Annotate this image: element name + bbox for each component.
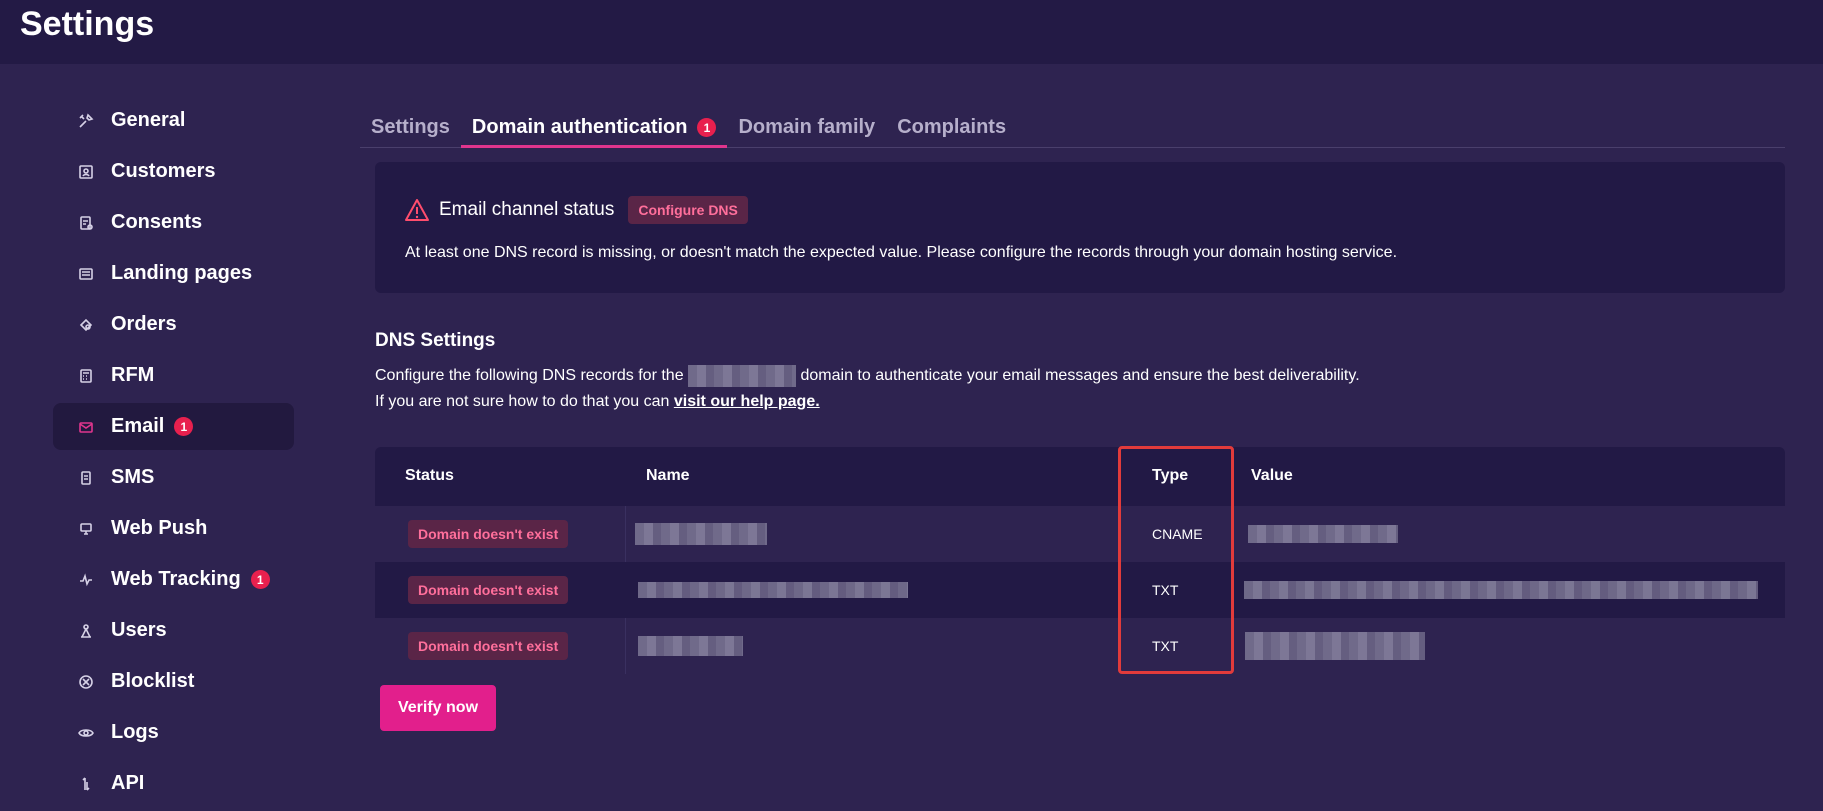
tab-label: Complaints	[897, 116, 1007, 138]
sidebar-item-label: RFM	[111, 364, 155, 386]
phone-icon	[77, 469, 95, 487]
warning-icon	[405, 199, 429, 221]
dns-desc-text: domain to authenticate your email messag…	[800, 367, 1360, 384]
redacted-name	[638, 636, 743, 656]
sidebar-item-sms[interactable]: SMS	[53, 454, 294, 501]
tab-bar: Settings Domain authentication 1 Domain …	[360, 110, 1785, 148]
sidebar-item-general[interactable]: General	[53, 97, 294, 144]
sidebar-item-consents[interactable]: Consents	[53, 199, 294, 246]
user-frame-icon	[77, 163, 95, 181]
status-badge: Domain doesn't exist	[408, 520, 569, 548]
tab-domain-authentication[interactable]: Domain authentication 1	[460, 110, 728, 148]
record-type: TXT	[1152, 582, 1179, 598]
sidebar-item-customers[interactable]: Customers	[53, 148, 294, 195]
tab-settings[interactable]: Settings	[360, 110, 461, 148]
dns-settings-description: Configure the following DNS records for …	[375, 363, 1360, 415]
redacted-value	[1248, 525, 1398, 543]
help-page-link[interactable]: visit our help page.	[674, 393, 820, 410]
dns-settings-title: DNS Settings	[375, 330, 496, 351]
table-row: Domain doesn't exist CNAME	[375, 506, 1785, 562]
status-badge: Domain doesn't exist	[408, 632, 569, 660]
verify-now-button[interactable]: Verify now	[380, 685, 496, 731]
web-push-icon	[77, 520, 95, 538]
sidebar-item-users[interactable]: Users	[53, 607, 294, 654]
sidebar-item-web-push[interactable]: Web Push	[53, 505, 294, 552]
sidebar-item-label: Web Push	[111, 517, 208, 539]
record-type: CNAME	[1152, 526, 1203, 542]
sidebar-item-label: Landing pages	[111, 262, 253, 284]
column-header-status: Status	[405, 467, 454, 484]
tools-icon	[77, 112, 95, 130]
column-header-name: Name	[646, 467, 690, 484]
column-header-value: Value	[1251, 467, 1293, 484]
top-bar: Settings	[0, 0, 1823, 64]
tab-label: Domain authentication	[471, 116, 688, 138]
sidebar-item-label: Web Tracking	[111, 568, 241, 590]
sidebar-item-label: Users	[111, 619, 167, 641]
block-icon	[77, 673, 95, 691]
consent-icon	[77, 214, 95, 232]
dns-desc-text: Configure the following DNS records for …	[375, 367, 684, 384]
sidebar-item-landing-pages[interactable]: Landing pages	[53, 250, 294, 297]
record-type: TXT	[1152, 638, 1179, 654]
column-header-type: Type	[1152, 467, 1189, 484]
sidebar-item-logs[interactable]: Logs	[53, 709, 294, 756]
sidebar-item-label: API	[111, 772, 145, 794]
sidebar-item-api[interactable]: API	[53, 760, 294, 807]
configure-dns-badge: Configure DNS	[628, 196, 748, 224]
eye-icon	[77, 724, 95, 742]
tab-label: Domain family	[738, 116, 876, 138]
tab-complaints[interactable]: Complaints	[886, 110, 1017, 148]
sidebar-item-blocklist[interactable]: Blocklist	[53, 658, 294, 705]
dns-desc-text: If you are not sure how to do that you c…	[375, 393, 670, 410]
sidebar-item-label: Logs	[111, 721, 159, 743]
dns-records-table: Status Name Type Value Domain doesn't ex…	[375, 447, 1785, 674]
status-header: Email channel status Configure DNS	[404, 196, 748, 224]
notification-badge: 1	[697, 118, 717, 137]
redacted-name	[635, 523, 767, 545]
tab-domain-family[interactable]: Domain family	[727, 110, 886, 148]
landing-page-icon	[77, 265, 95, 283]
envelope-icon	[77, 418, 95, 436]
api-icon	[77, 775, 95, 793]
pulse-icon	[77, 571, 95, 589]
sidebar-item-label: General	[111, 109, 186, 131]
table-header: Status Name Type Value	[375, 447, 1785, 506]
sidebar-item-rfm[interactable]: RFM	[53, 352, 294, 399]
notification-badge: 1	[174, 417, 194, 436]
status-message: At least one DNS record is missing, or d…	[405, 244, 1398, 261]
sidebar-item-label: Blocklist	[111, 670, 195, 692]
tab-label: Settings	[371, 116, 450, 138]
sidebar-item-web-tracking[interactable]: Web Tracking 1	[53, 556, 294, 603]
status-title: Email channel status	[439, 199, 615, 220]
table-row: Domain doesn't exist TXT	[375, 618, 1785, 674]
users-icon	[77, 622, 95, 640]
calculator-icon	[77, 367, 95, 385]
redacted-domain	[688, 364, 797, 387]
sidebar-item-label: Orders	[111, 313, 177, 335]
sidebar-item-email[interactable]: Email 1	[53, 403, 294, 450]
page-title: Settings	[20, 5, 155, 43]
table-row: Domain doesn't exist TXT	[375, 562, 1785, 618]
sidebar-item-label: Email	[111, 415, 165, 437]
sidebar-item-label: Consents	[111, 211, 203, 233]
sidebar-item-orders[interactable]: Orders	[53, 301, 294, 348]
notification-badge: 1	[250, 570, 270, 589]
redacted-name	[638, 582, 908, 598]
orders-icon	[77, 316, 95, 334]
sidebar: General Customers Consents Landing pages…	[53, 97, 294, 811]
sidebar-item-label: Customers	[111, 160, 216, 182]
redacted-value	[1244, 581, 1758, 599]
redacted-value	[1245, 632, 1425, 660]
email-channel-status-card: Email channel status Configure DNS At le…	[375, 162, 1785, 293]
sidebar-item-label: SMS	[111, 466, 155, 488]
status-badge: Domain doesn't exist	[408, 576, 569, 604]
